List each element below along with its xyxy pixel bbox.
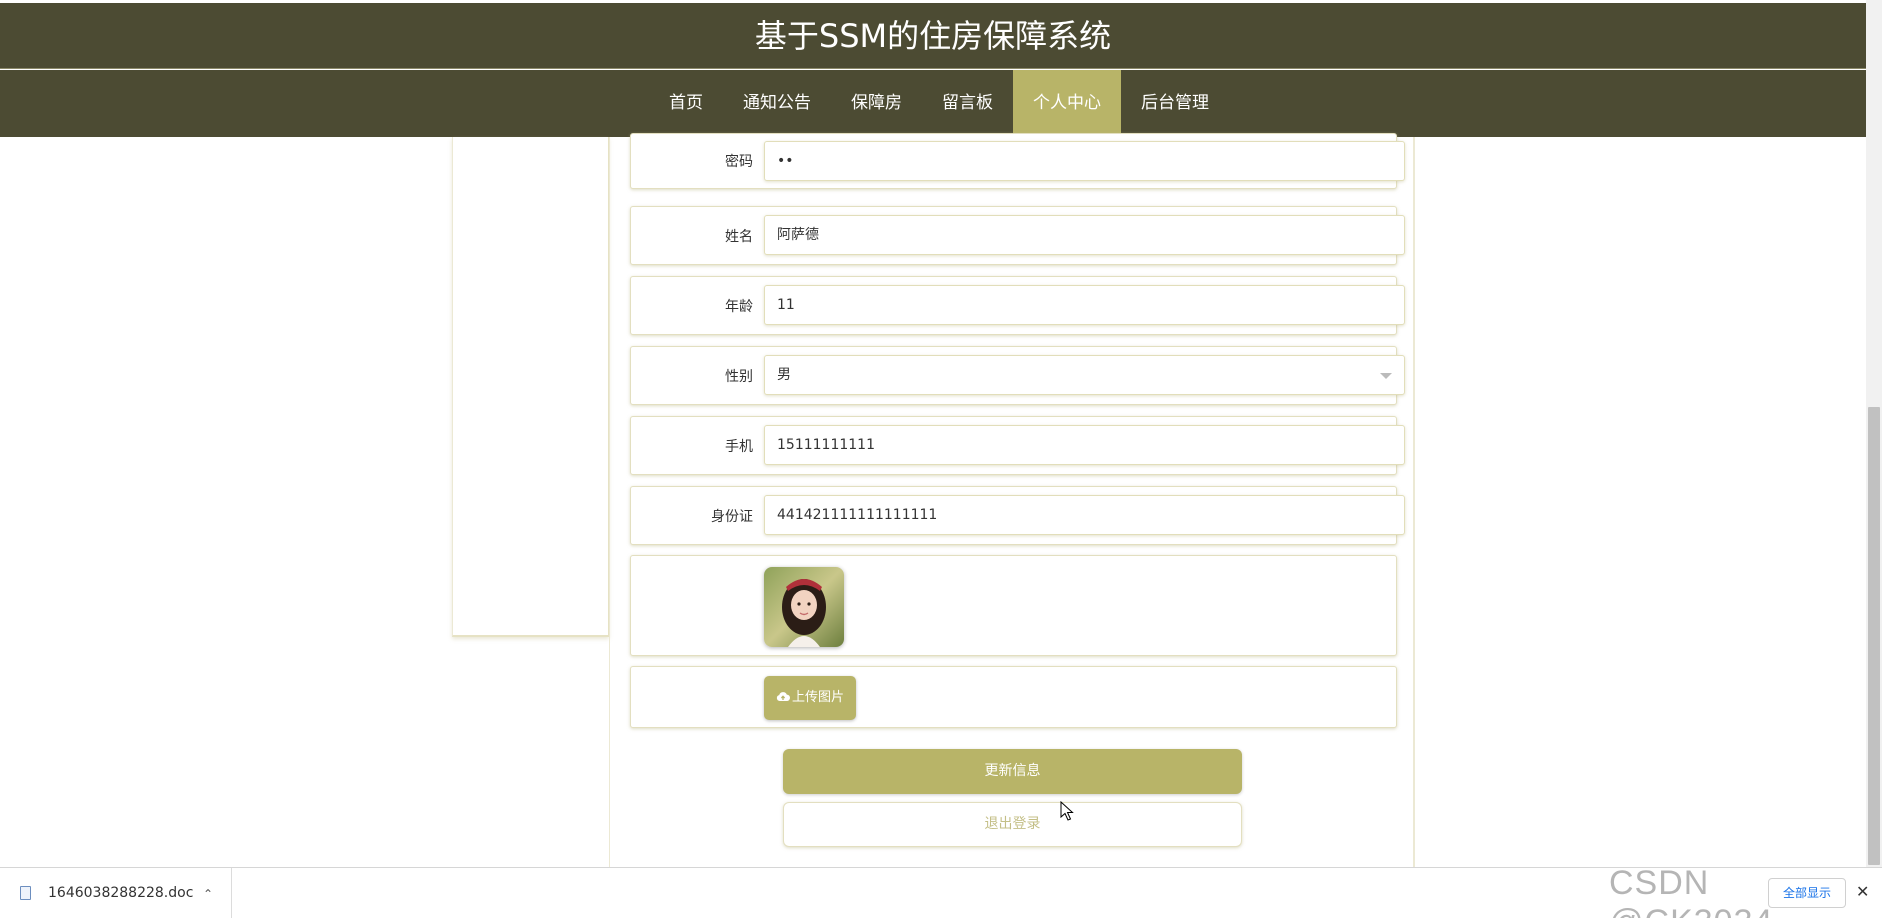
mouse-cursor-icon [1060,801,1074,821]
id-card-row: 身份证 441421111111111111 [630,486,1405,545]
phone-row: 手机 15111111111 [630,416,1405,475]
chevron-down-icon [1380,373,1392,379]
id-card-input[interactable]: 441421111111111111 [764,495,1405,535]
profile-form: 密码 •• 姓名 阿萨德 年龄 11 性别 男 手机 15111111111 身… [609,133,1415,867]
nav-item-housing[interactable]: 保障房 [831,70,922,137]
password-row: 密码 •• [630,133,1405,189]
site-title: 基于SSM的住房保障系统 [0,3,1866,69]
age-input[interactable]: 11 [764,285,1405,325]
phone-label: 手机 [725,439,753,455]
nav-item-messages[interactable]: 留言板 [922,70,1013,137]
download-bar: 1646038288228.doc ⌃ 全部显示 ✕ [0,867,1882,918]
password-input[interactable]: •• [764,141,1405,181]
upload-image-button[interactable]: 上传图片 [764,676,856,720]
gender-row: 性别 男 [630,346,1405,405]
upload-row: 上传图片 [630,666,1397,728]
phone-input[interactable]: 15111111111 [764,425,1405,465]
upload-image-label: 上传图片 [791,690,844,705]
main-nav: 首页 通知公告 保障房 留言板 个人中心 后台管理 [0,70,1866,137]
nav-item-admin[interactable]: 后台管理 [1121,70,1229,137]
sidebar-panel [452,137,609,637]
page-scrollbar[interactable] [1866,0,1882,867]
nav-item-home[interactable]: 首页 [649,70,723,137]
logout-button[interactable]: 退出登录 [783,802,1242,847]
avatar [764,567,844,647]
name-label: 姓名 [725,229,753,245]
scrollbar-thumb[interactable] [1868,407,1880,865]
password-label: 密码 [725,154,753,170]
gender-value: 男 [777,367,791,383]
download-item[interactable]: 1646038288228.doc ⌃ [0,868,232,918]
gender-label: 性别 [725,369,753,385]
csdn-watermark: CSDN @CK3034 [1609,864,1772,918]
update-info-button[interactable]: 更新信息 [783,749,1242,794]
age-row: 年龄 11 [630,276,1405,335]
document-file-icon [20,886,31,900]
age-label: 年龄 [725,299,753,315]
nav-item-notices[interactable]: 通知公告 [723,70,831,137]
page: 基于SSM的住房保障系统 首页 通知公告 保障房 留言板 个人中心 后台管理 密… [0,0,1882,918]
name-input[interactable]: 阿萨德 [764,215,1405,255]
cloud-upload-icon [776,692,790,701]
nav-item-personal-center[interactable]: 个人中心 [1013,70,1121,137]
chevron-up-icon[interactable]: ⌃ [203,887,213,901]
gender-select[interactable]: 男 [764,355,1405,395]
id-card-label: 身份证 [711,509,753,525]
name-row: 姓名 阿萨德 [630,206,1405,265]
download-file-name: 1646038288228.doc [48,885,194,901]
avatar-row [630,555,1397,656]
